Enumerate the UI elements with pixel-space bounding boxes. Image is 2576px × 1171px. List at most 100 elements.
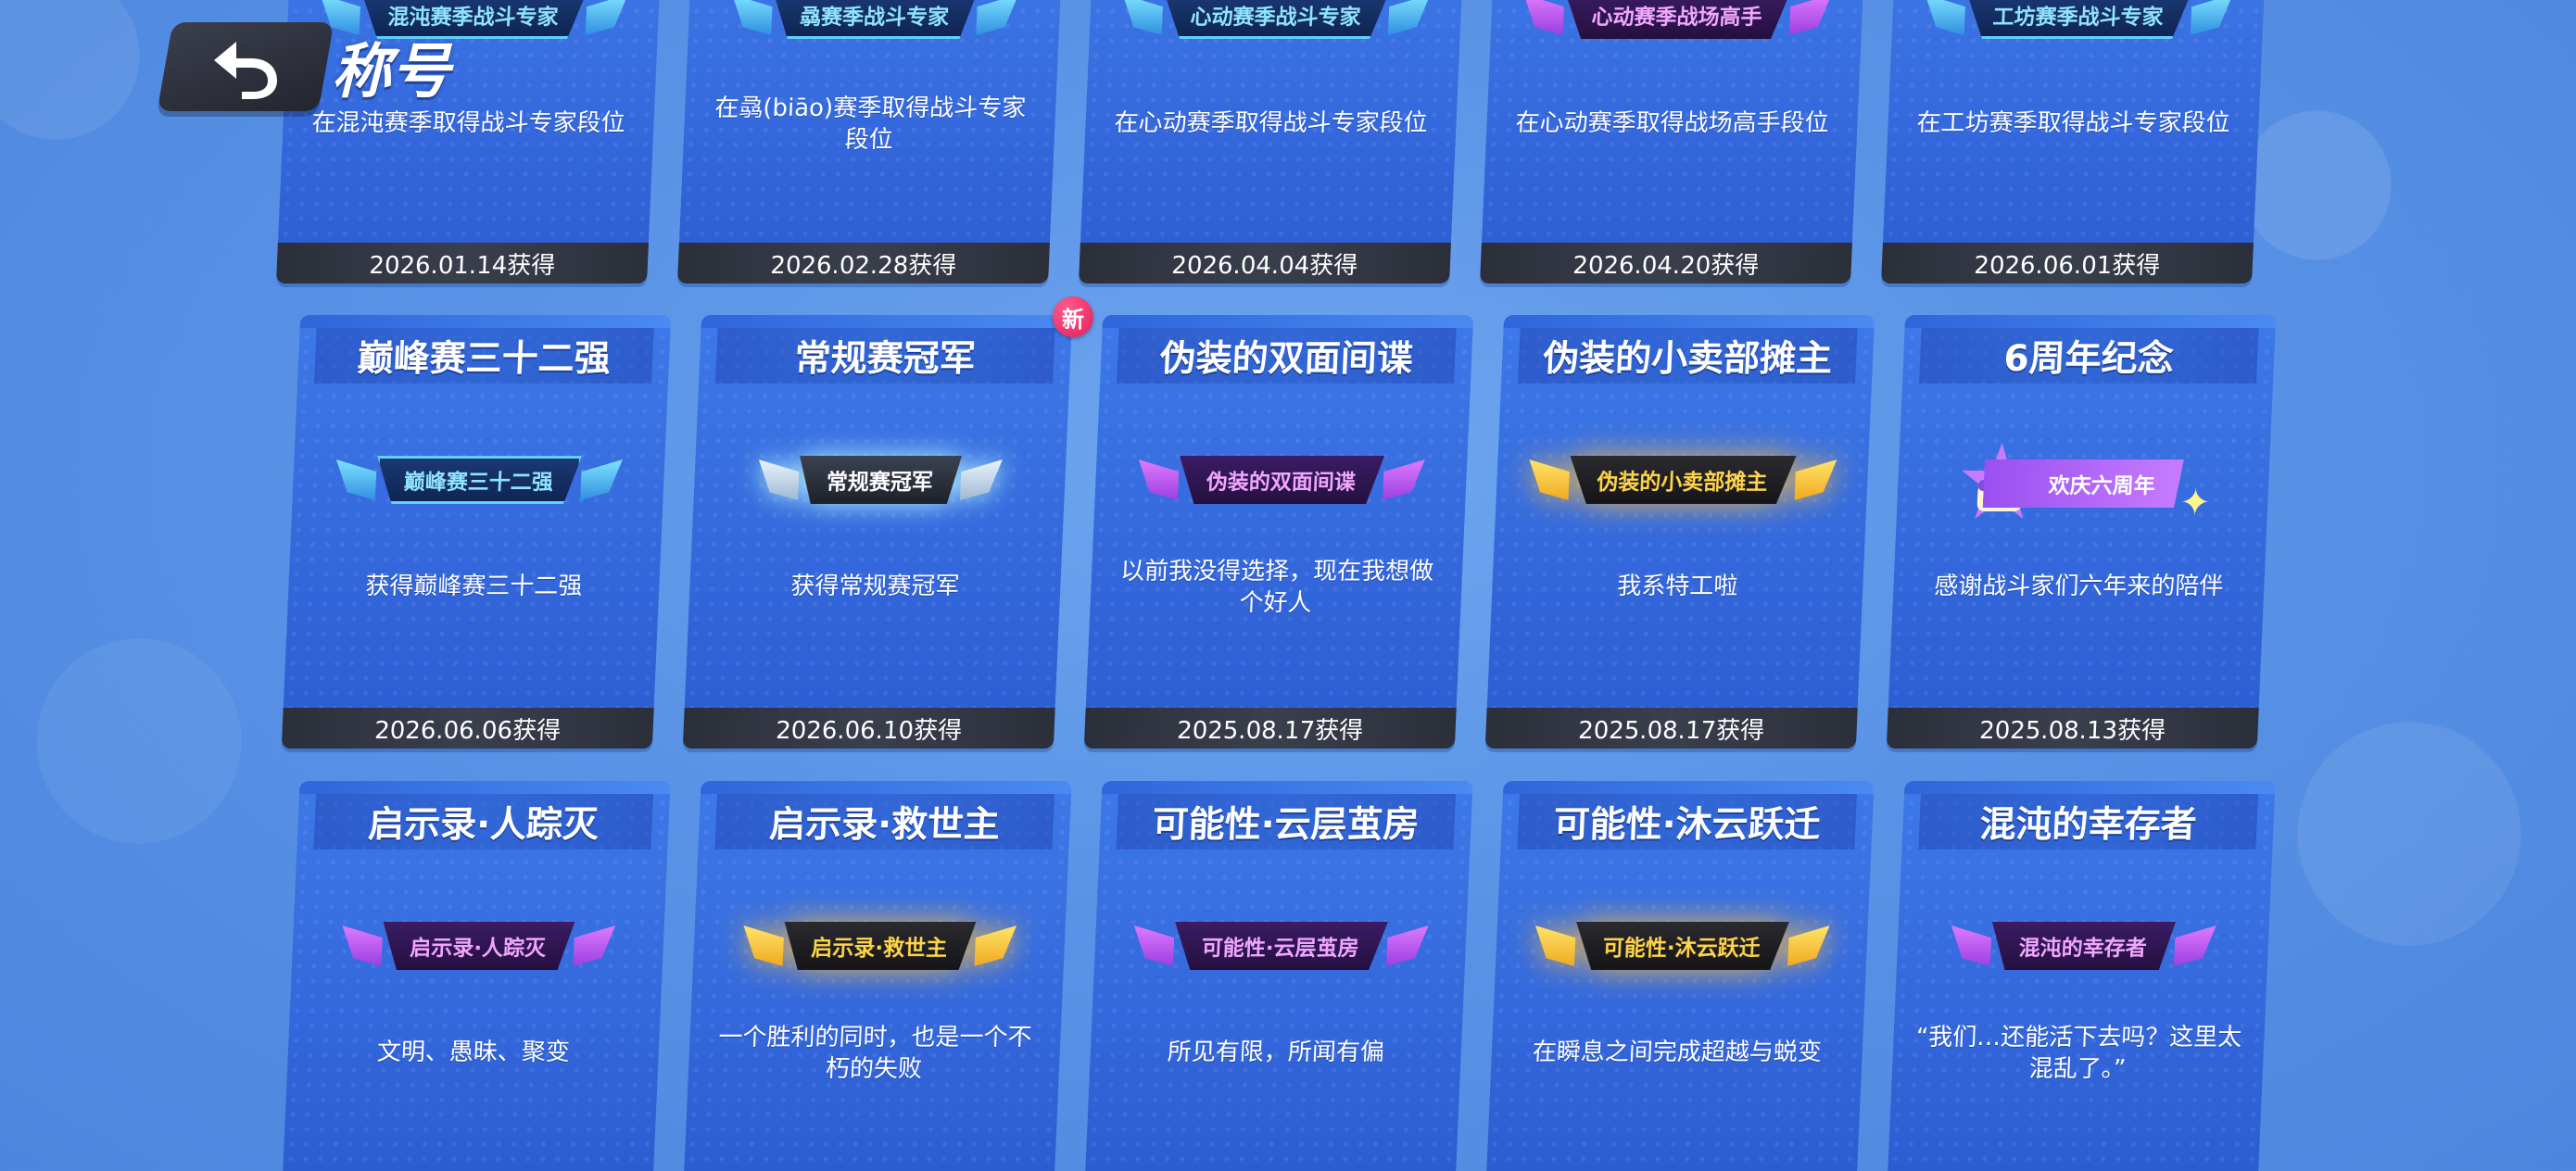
title-name-bar: 启示录·人踪灭 [313,794,653,850]
title-card[interactable]: 伪装的小卖部摊主 伪装的小卖部摊主 我系特工啦 2025.08.17获得 [1484,315,1875,749]
title-badge: 工坊赛季战斗专家 [1924,0,2233,39]
title-name: 启示录·救世主 [768,804,1001,846]
badge-label: 工坊赛季战斗专家 [1964,0,2192,39]
badge-wing-left [757,460,800,500]
title-badge: 可能性·云层茧房 [1132,922,1429,970]
title-name-bar: 可能性·云层茧房 [1116,794,1456,850]
date-bar: 2026.04.04获得 [1079,243,1451,283]
title-card[interactable]: 心动赛季战场高手 在心动赛季取得战场高手段位 2026.04.20获得 [1480,0,1865,283]
badge-wing-right [2174,925,2216,966]
date-bar: 2026.01.14获得 [276,243,649,283]
badge-wing-right [573,925,615,966]
title-grid: 混沌赛季战斗专家 在混沌赛季取得战斗专家段位 2026.01.14获得 骉赛季战… [0,0,2576,1171]
badge-wing-right [1388,0,1431,35]
badge-wing-left [1924,0,1966,35]
badge-label: 启示录·人踪灭 [381,922,575,970]
title-badge: 6 欢庆六周年 [1962,443,2184,519]
badge-wing-right [1386,925,1429,966]
title-badge: 启示录·救世主 [741,922,1017,970]
badge-wing-right [1383,460,1425,500]
badge-label: 伪装的双面间谍 [1178,456,1384,504]
date-bar: 2026.02.28获得 [677,243,1050,283]
badge-label: 启示录·救世主 [782,922,976,970]
obtained-date: 2026.04.04获得 [1170,251,1358,280]
badge-label: 心动赛季战斗专家 [1162,0,1390,39]
title-card[interactable]: 心动赛季战斗专家 在心动赛季取得战斗专家段位 2026.04.04获得 [1079,0,1464,283]
title-description: 一个胜利的同时，也是一个不朽的失败 [717,1024,1033,1083]
title-badge: 常规赛冠军 [757,456,1003,504]
badge-label: 常规赛冠军 [798,456,962,504]
badge-label: 心动赛季战场高手 [1563,0,1791,39]
card-top-edge [299,315,672,328]
obtained-date: 2026.01.14获得 [368,251,556,280]
title-name-bar: 启示录·救世主 [714,794,1054,850]
title-badge: 伪装的小卖部摊主 [1527,456,1837,504]
badge-wing-right [974,925,1017,966]
badge-wing-right [1794,460,1837,500]
title-card[interactable]: 巅峰赛三十二强 巅峰赛三十二强 获得巅峰赛三十二强 2026.06.06获得 [281,315,672,749]
title-card[interactable]: 6周年纪念 6 欢庆六周年 ✦ 感谢战斗家们六年来的陪伴 2025.08.13获… [1886,315,2277,749]
card-top-edge [1101,781,1473,794]
title-description: 获得常规赛冠军 [789,573,961,600]
title-name: 可能性·沐云跃迁 [1552,804,1822,846]
title-name: 伪装的小卖部摊主 [1542,338,1834,380]
title-card[interactable]: 启示录·人踪灭 启示录·人踪灭 文明、愚昧、聚变 [282,781,671,1171]
obtained-date: 2026.06.01获得 [1973,251,2161,280]
badge-wing-left [1137,460,1180,500]
title-card[interactable]: 可能性·云层茧房 可能性·云层茧房 所见有限，所闻有偏 [1084,781,1473,1171]
date-bar: 2026.06.10获得 [682,708,1055,749]
title-description: 在心动赛季取得战斗专家段位 [1113,109,1429,137]
title-card[interactable]: 工坊赛季战斗专家 在工坊赛季取得战斗专家段位 2026.06.01获得 [1881,0,2267,283]
badge-label: 混沌的幸存者 [1990,922,2176,970]
badge-wing-left [730,0,773,35]
date-bar: 2026.04.20获得 [1480,243,1852,283]
obtained-date: 2026.06.06获得 [373,716,562,745]
title-name: 6周年纪念 [2002,338,2175,380]
title-card[interactable]: 骉赛季战斗专家 在骉(biāo)赛季取得战斗专家段位 2026.02.28获得 [677,0,1063,283]
title-name: 启示录·人踪灭 [367,804,600,846]
card-top-edge [1903,781,2276,794]
title-badge: 骉赛季战斗专家 [730,0,1018,39]
title-description: “我们…还能活下去吗？这里太混乱了。” [1915,1024,2242,1083]
title-description: 在混沌赛季取得战斗专家段位 [310,109,626,137]
title-name: 可能性·云层茧房 [1151,804,1421,846]
badge-label: 可能性·云层茧房 [1173,922,1388,970]
card-top-edge [700,781,1072,794]
title-description: 感谢战斗家们六年来的陪伴 [1933,573,2225,600]
title-card[interactable]: 常规赛冠军 常规赛冠军 获得常规赛冠军 2026.06.10获得 [682,315,1073,749]
title-card[interactable]: 可能性·沐云跃迁 可能性·沐云跃迁 在瞬息之间完成超越与蜕变 [1485,781,1875,1171]
badge-wing-right [2191,0,2233,35]
title-card[interactable]: 伪装的双面间谍 伪装的双面间谍 以前我没得选择，现在我想做个好人 2025.08… [1083,315,1474,749]
badge-wing-left [1522,0,1565,35]
badge-wing-right [1787,925,1830,966]
title-badge: 心动赛季战斗专家 [1121,0,1431,39]
obtained-date: 2025.08.17获得 [1176,716,1364,745]
badge-wing-left [335,460,377,500]
badge-wing-right [580,460,623,500]
obtained-date: 2025.08.13获得 [1978,716,2166,745]
badge-wing-right [960,460,1003,500]
title-card[interactable]: 启示录·救世主 启示录·救世主 一个胜利的同时，也是一个不朽的失败 [683,781,1072,1171]
date-bar: 2025.08.13获得 [1886,708,2259,749]
title-name: 巅峰赛三十二强 [356,338,612,380]
title-description: 在骉(biāo)赛季取得战斗专家段位 [713,94,1027,154]
back-button[interactable] [157,22,335,111]
title-card[interactable]: 混沌的幸存者 混沌的幸存者 “我们…还能活下去吗？这里太混乱了。” [1887,781,2276,1171]
back-arrow-icon [214,42,277,99]
title-badge: 伪装的双面间谍 [1137,456,1425,504]
badge-label: 可能性·沐云跃迁 [1574,922,1789,970]
badge-wing-left [1534,925,1576,966]
title-description: 在工坊赛季取得战斗专家段位 [1915,109,2231,137]
badge-label: 骉赛季战斗专家 [771,0,978,39]
badge-wing-left [1132,925,1175,966]
obtained-date: 2025.08.17获得 [1577,716,1765,745]
sparkle-icon: ✦ [2178,482,2212,524]
badge-wing-right [1789,0,1832,35]
title-name-bar: 巅峰赛三十二强 [313,328,654,384]
title-name-bar: 可能性·沐云跃迁 [1517,794,1857,850]
title-name: 伪装的双面间谍 [1158,338,1414,380]
badge-wing-right [586,0,628,35]
obtained-date: 2026.04.20获得 [1572,251,1760,280]
obtained-date: 2026.02.28获得 [769,251,957,280]
card-top-edge [1904,315,2277,328]
